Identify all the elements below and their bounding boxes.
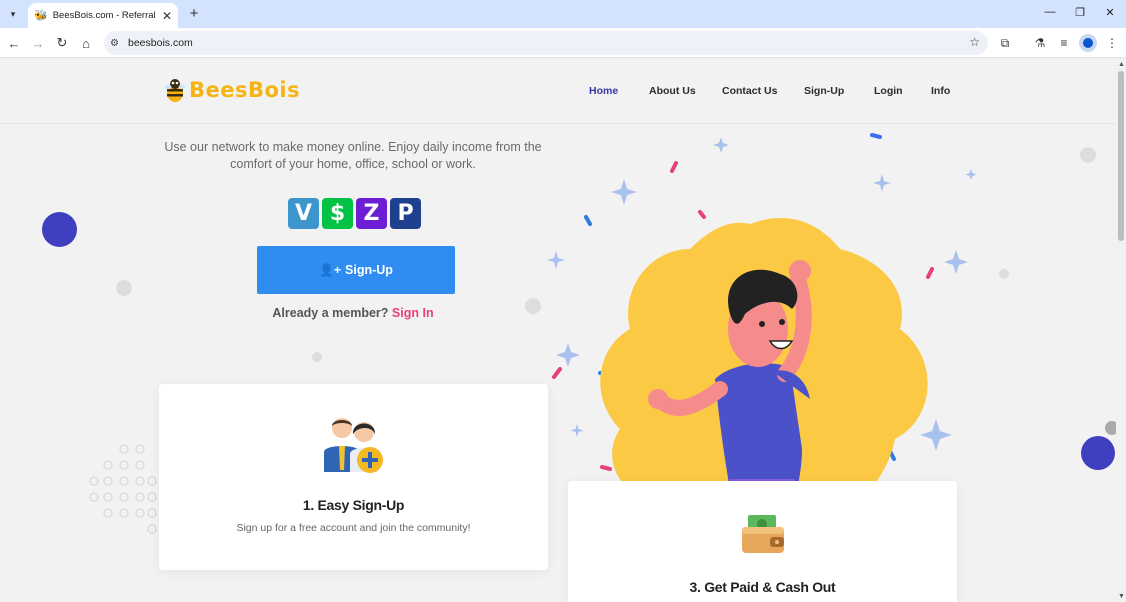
browser-tab-active[interactable]: 🐝 BeesBois.com - Referral Networ ✕ (28, 3, 178, 28)
decor-blue-dot (42, 212, 77, 247)
media-queue-icon[interactable]: ≡ (1055, 34, 1073, 52)
hero-signup-label: Sign-Up (345, 263, 393, 277)
reload-icon[interactable]: ↻ (53, 34, 71, 52)
logo-text: BeesBois (189, 78, 301, 102)
nav-login[interactable]: Login (874, 85, 903, 97)
bookmark-star-icon[interactable]: ☆ (969, 35, 980, 49)
nav-sign-up[interactable]: Sign-Up (804, 85, 844, 97)
payment-methods: V $ Z P (288, 198, 421, 229)
card-description: Sign up for a free account and join the … (236, 522, 471, 534)
scroll-up-arrow-icon[interactable]: ▲ (1118, 61, 1125, 68)
users-plus-icon (324, 418, 383, 473)
cash-app-icon: $ (322, 198, 353, 229)
web-page: BeesBois Home About Us Contact Us Sign-U… (0, 59, 1116, 602)
site-info-icon[interactable]: ⚙ (110, 38, 126, 49)
bee-logo-icon (164, 79, 186, 102)
sparkle-icon (944, 250, 968, 274)
member-prompt-text: Already a member? (272, 306, 389, 320)
bee-favicon-icon: 🐝 (34, 10, 48, 22)
tab-title: BeesBois.com - Referral Networ (52, 10, 158, 21)
sparkle-icon (873, 174, 891, 192)
decor-gray-dot (999, 269, 1009, 279)
forward-arrow-icon[interactable]: → (29, 34, 47, 52)
card-title: 3. Get Paid & Cash Out (689, 579, 836, 595)
card-title: 1. Easy Sign-Up (302, 497, 405, 513)
decor-gray-dot (1080, 147, 1096, 163)
minimize-icon[interactable]: — (1041, 6, 1059, 18)
menu-kebab-icon[interactable]: ⋮ (1103, 34, 1121, 52)
member-prompt: Already a member? Sign In (160, 306, 546, 320)
sparkle-icon (713, 137, 729, 153)
profile-avatar-icon[interactable] (1079, 34, 1097, 52)
tab-close-icon[interactable]: ✕ (162, 9, 172, 23)
sparkle-icon (965, 169, 977, 180)
tab-search-chevron-icon[interactable]: ▾ (4, 6, 22, 22)
decor-gray-dot (312, 352, 322, 362)
nav-about-us[interactable]: About Us (649, 85, 696, 97)
extensions-puzzle-icon[interactable]: ⧉ (996, 34, 1014, 52)
nav-home[interactable]: Home (589, 85, 618, 97)
home-icon[interactable]: ⌂ (77, 34, 95, 52)
sign-in-link[interactable]: Sign In (392, 306, 434, 320)
window-close-icon[interactable]: ✕ (1101, 6, 1119, 19)
browser-tab-bar: ▾ 🐝 BeesBois.com - Referral Networ ✕ + —… (0, 0, 1126, 28)
page-scrollbar[interactable]: ▲ ▼ (1116, 59, 1126, 602)
scroll-down-arrow-icon[interactable]: ▼ (1118, 593, 1125, 600)
zelle-icon: Z (356, 198, 387, 229)
hero-signup-button[interactable]: 👤+ Sign-Up (257, 246, 455, 294)
decor-gray-dot (1105, 421, 1116, 435)
feature-card-cashout: 3. Get Paid & Cash Out (568, 481, 957, 602)
scrollbar-thumb[interactable] (1118, 71, 1124, 241)
venmo-icon: V (288, 198, 319, 229)
site-header: BeesBois Home About Us Contact Us Sign-U… (0, 59, 1116, 124)
address-bar[interactable]: ⚙ beesbois.com ☆ (104, 31, 988, 55)
user-plus-icon: 👤+ (319, 263, 342, 277)
paypal-icon: P (390, 198, 421, 229)
sparkle-icon (547, 251, 565, 269)
feature-card-signup: 1. Easy Sign-Up Sign up for a free accou… (159, 384, 548, 570)
nav-info[interactable]: Info (931, 85, 950, 97)
sparkle-icon (570, 424, 584, 437)
browser-toolbar: ← → ↻ ⌂ ⚙ beesbois.com ☆ ⧉ ⚗ ≡ ⋮ (0, 28, 1126, 58)
url-text[interactable]: beesbois.com (128, 37, 193, 49)
wallet-money-icon (742, 515, 784, 553)
sparkle-icon (611, 179, 637, 205)
new-tab-plus-icon[interactable]: + (186, 5, 202, 22)
sparkle-icon (920, 419, 952, 451)
site-logo[interactable]: BeesBois (164, 77, 300, 103)
sparkle-icon (556, 343, 580, 367)
lab-flask-icon[interactable]: ⚗ (1031, 34, 1049, 52)
hero-tagline: Use our network to make money online. En… (164, 140, 542, 171)
restore-icon[interactable]: ❐ (1071, 6, 1089, 19)
decor-blue-dot (1081, 436, 1115, 470)
nav-contact-us[interactable]: Contact Us (722, 85, 777, 97)
decor-gray-dot (116, 280, 132, 296)
decor-dot-grid (89, 444, 157, 534)
back-arrow-icon[interactable]: ← (5, 34, 23, 52)
